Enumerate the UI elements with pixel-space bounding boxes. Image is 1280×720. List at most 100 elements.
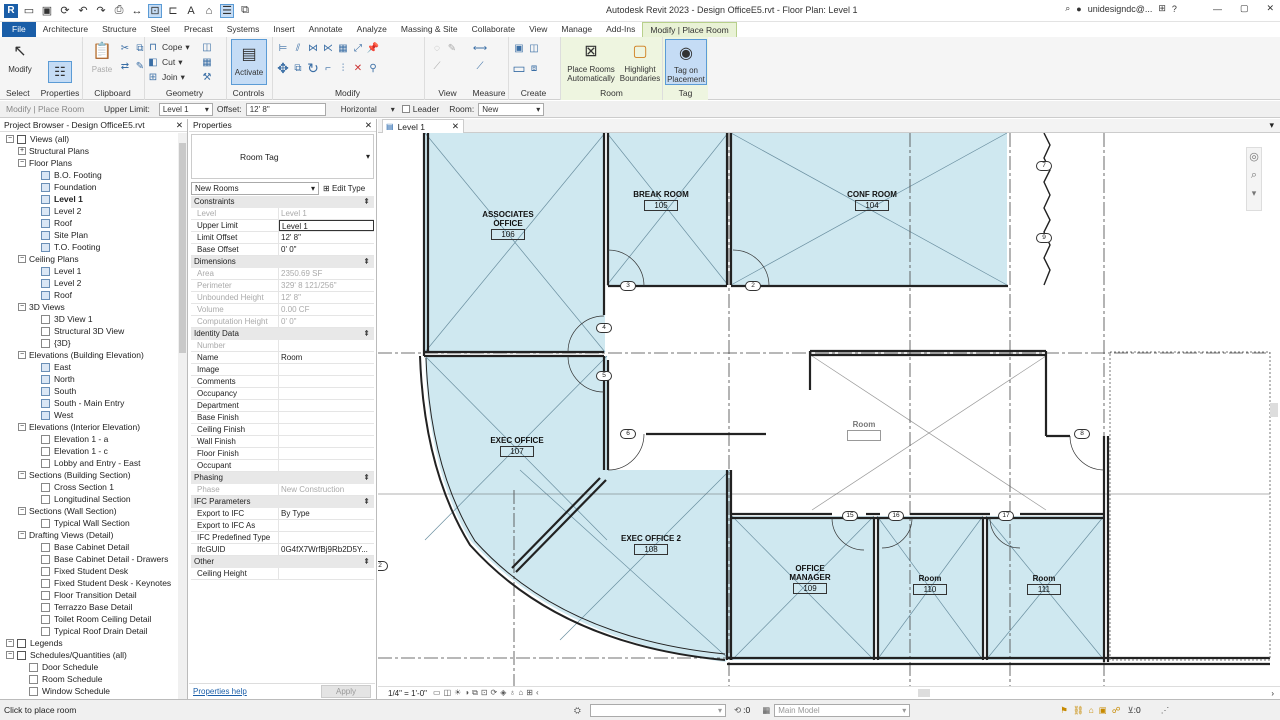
room-tag[interactable]: BREAK ROOM 105	[621, 190, 701, 211]
room-select[interactable]: New ▾	[478, 102, 545, 116]
collapse-icon[interactable]: ⇞	[363, 472, 370, 484]
tree-item[interactable]: Structural 3D View	[0, 325, 178, 337]
tree-item[interactable]: Longitudinal Section	[0, 493, 178, 505]
tab-steel[interactable]: Steel	[144, 22, 177, 37]
tree-item[interactable]: Typical Roof Drain Detail	[0, 625, 178, 637]
tree-item[interactable]: − Sections (Wall Section)	[0, 505, 178, 517]
activate-button[interactable]: ▤ Activate	[231, 39, 267, 85]
property-value[interactable]	[279, 436, 374, 447]
linework-icon[interactable]: ⟋	[431, 60, 443, 72]
view-scrollbar-h[interactable]	[918, 689, 930, 697]
zoom-icon[interactable]: ⌕	[1247, 169, 1261, 182]
pin-icon[interactable]: 📌	[367, 42, 379, 54]
property-row[interactable]: Image	[191, 364, 374, 376]
scale-label[interactable]: 1/4" = 1'-0"	[388, 689, 427, 698]
tab-menu-icon[interactable]: ▾	[1269, 120, 1274, 131]
editable-icon[interactable]: ⟲	[734, 705, 741, 716]
apply-button[interactable]: Apply	[320, 685, 371, 698]
undo-icon[interactable]: ↶	[76, 4, 90, 18]
property-group-header[interactable]: Constraints ⇞	[191, 196, 374, 208]
design-options-icon[interactable]: ▦	[762, 705, 770, 716]
rotate-icon[interactable]: ↻	[307, 60, 319, 76]
expand-toggle-icon[interactable]: +	[18, 147, 26, 155]
tree-item[interactable]: Level 2	[0, 205, 178, 217]
floor-plan-view[interactable]: ASSOCIATES OFFICE 106 BREAK ROOM 105 CONF ROO…	[378, 133, 1280, 686]
door-tag[interactable]: 4	[596, 323, 612, 333]
collapse-icon[interactable]: ⇞	[363, 256, 370, 268]
tree-item[interactable]: Level 2	[0, 277, 178, 289]
3d-view-icon[interactable]: ⌂	[202, 4, 216, 18]
edit-type-button[interactable]: ⊞ Edit Type	[323, 184, 365, 193]
room-tag[interactable]: Room 110	[890, 574, 970, 595]
tree-item[interactable]: South - Main Entry	[0, 397, 178, 409]
orientation-select[interactable]: Horizontal ▾	[338, 103, 398, 116]
tree-item[interactable]: Base Cabinet Detail	[0, 541, 178, 553]
property-row[interactable]: Limit Offset 12' 8"	[191, 232, 374, 244]
tab-level-1[interactable]: ▤ Level 1 ✕	[382, 119, 464, 133]
match-icon[interactable]: ⇄	[119, 60, 131, 72]
properties-button[interactable]: ☷	[48, 61, 72, 83]
tab-massing-site[interactable]: Massing & Site	[394, 22, 465, 37]
move-icon[interactable]: ✥	[277, 60, 289, 76]
property-row[interactable]: Base Finish	[191, 412, 374, 424]
create-assembly-icon[interactable]: ▣	[513, 42, 525, 54]
room-tag[interactable]: Room 111	[1004, 574, 1084, 595]
scale-icon[interactable]: ⤢	[352, 42, 364, 54]
expand-toggle-icon[interactable]: −	[6, 651, 14, 659]
tab-collaborate[interactable]: Collaborate	[465, 22, 522, 37]
instance-filter[interactable]: New Rooms ▾	[191, 181, 319, 195]
sync-icon[interactable]: ⟳	[58, 4, 72, 18]
property-group-header[interactable]: Phasing ⇞	[191, 472, 374, 484]
door-tag[interactable]: 16	[888, 511, 904, 521]
tree-item[interactable]: − Legends	[0, 637, 178, 649]
expand-toggle-icon[interactable]: −	[18, 507, 26, 515]
modify-button[interactable]: ↖ Modify	[6, 39, 34, 74]
tab-precast[interactable]: Precast	[177, 22, 220, 37]
expand-toggle-icon[interactable]: −	[18, 471, 26, 479]
paste-button[interactable]: 📋 Paste	[89, 39, 115, 74]
property-row[interactable]: Name Room	[191, 352, 374, 364]
property-value[interactable]	[279, 448, 374, 459]
property-value[interactable]	[279, 376, 374, 387]
tab-annotate[interactable]: Annotate	[302, 22, 350, 37]
revit-logo-icon[interactable]: R	[4, 3, 18, 18]
mirror-icon[interactable]: ⋈	[307, 42, 319, 54]
steering-wheel-icon[interactable]: ◎	[1247, 150, 1261, 163]
browser-scroll-thumb[interactable]	[179, 143, 186, 353]
tree-item[interactable]: Elevation 1 - a	[0, 433, 178, 445]
tree-item[interactable]: − Schedules/Quantities (all)	[0, 649, 178, 661]
expand-toggle-icon[interactable]: −	[18, 351, 26, 359]
unpin-icon[interactable]: ⚲	[367, 62, 379, 74]
property-value[interactable]	[279, 400, 374, 411]
paint-face-icon[interactable]: ▦	[201, 56, 213, 68]
tree-item[interactable]: {3D}	[0, 337, 178, 349]
property-value[interactable]	[279, 460, 374, 471]
measure-line-icon[interactable]: ⟷	[473, 42, 487, 54]
zoom-dropdown-icon[interactable]: ▾	[1247, 188, 1261, 199]
property-value[interactable]	[279, 520, 374, 531]
tree-item[interactable]: − Sections (Building Section)	[0, 469, 178, 481]
expand-toggle-icon[interactable]: −	[6, 135, 14, 143]
tab-view[interactable]: View	[522, 22, 554, 37]
property-value[interactable]: 0' 0"	[279, 244, 374, 255]
expand-toggle-icon[interactable]: −	[18, 255, 26, 263]
room-tag[interactable]: OFFICE MANAGER 109	[770, 564, 850, 594]
close-tab-icon[interactable]: ✕	[452, 121, 459, 132]
tree-item[interactable]: Roof	[0, 289, 178, 301]
property-group-header[interactable]: IFC Parameters ⇞	[191, 496, 374, 508]
delete-icon[interactable]: ✕	[352, 62, 364, 74]
expand-toggle-icon[interactable]: −	[18, 423, 26, 431]
door-tag[interactable]: 9	[1036, 233, 1052, 243]
property-value[interactable]	[279, 412, 374, 423]
property-value[interactable]: 0G4fX7WrfBj9Rb2D5Y...	[279, 544, 374, 555]
tree-item[interactable]: − Ceiling Plans	[0, 253, 178, 265]
highlight-boundaries-button[interactable]: ▢ Highlight Boundaries	[619, 39, 661, 83]
tree-item[interactable]: Level 1	[0, 193, 178, 205]
collapse-icon[interactable]: ⇞	[363, 196, 370, 208]
create-group-icon[interactable]: ▭	[512, 60, 525, 76]
tab-architecture[interactable]: Architecture	[36, 22, 95, 37]
door-tag[interactable]: 3	[620, 281, 636, 291]
close-icon[interactable]: ✕	[1266, 3, 1274, 14]
property-row[interactable]: Occupancy	[191, 388, 374, 400]
place-rooms-auto-button[interactable]: ⊠ Place Rooms Automatically	[565, 39, 617, 83]
